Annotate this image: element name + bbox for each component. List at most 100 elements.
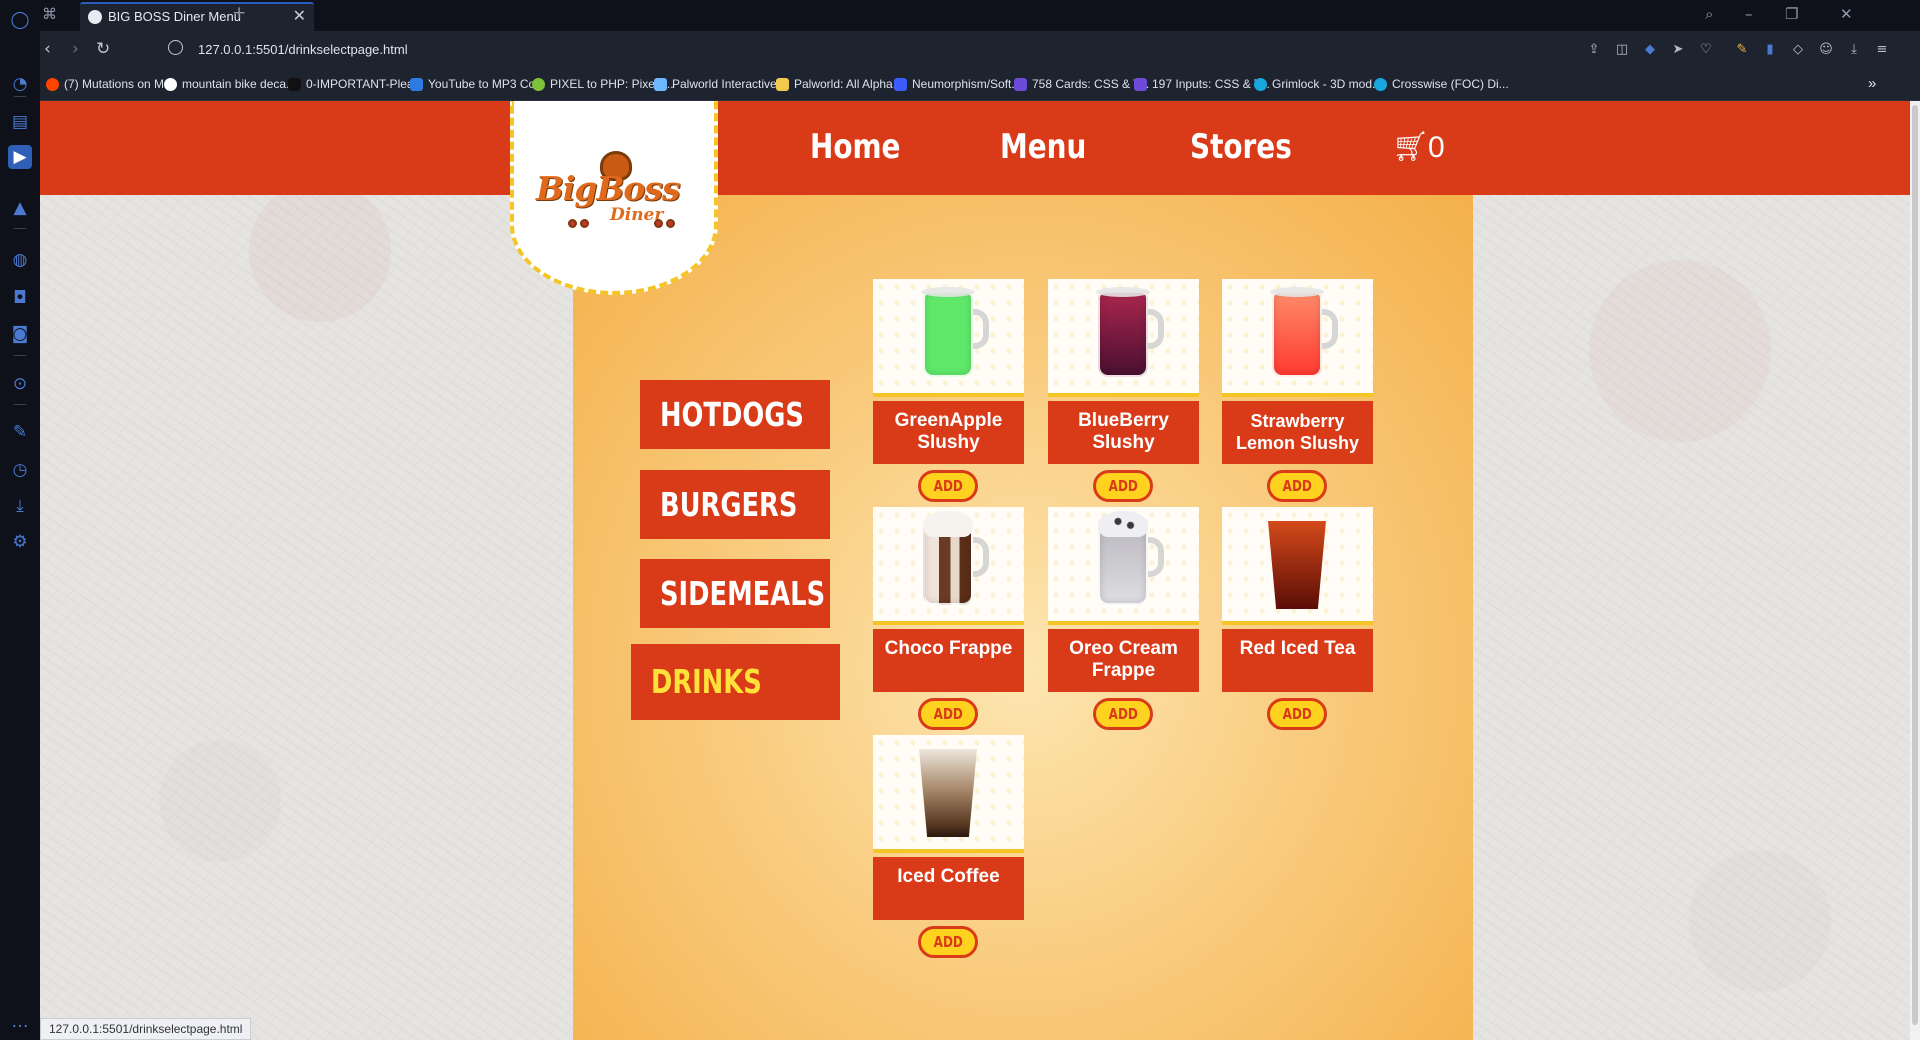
bookmark-label: mountain bike deca... (182, 77, 297, 91)
category-label: SIDEMEALS (660, 574, 826, 613)
site-header: Home Menu Stores 🛒︎ 0 (40, 101, 1910, 195)
bitwarden-icon[interactable]: ▮ (1762, 42, 1778, 58)
bookmark-item[interactable]: Palworld: All Alpha... (776, 77, 903, 91)
downloads-icon[interactable]: ⤓ (8, 494, 32, 518)
palworld-alpha-icon (776, 78, 789, 91)
send-icon[interactable]: ➤ (1670, 42, 1686, 58)
category-drinks[interactable]: DRINKS (631, 644, 840, 720)
product-name: Iced Coffee (873, 857, 1024, 920)
bookmark-item[interactable]: 758 Cards: CSS & T... (1014, 77, 1149, 91)
product-card-greenapple-slushy[interactable]: GreenApple Slushy (873, 279, 1024, 464)
opera-logo-icon[interactable]: ◯ (8, 8, 32, 32)
add-button[interactable]: ADD (1267, 698, 1327, 730)
strawberry-slushy-jar (1272, 291, 1322, 377)
nav-menu[interactable]: Menu (1000, 127, 1086, 167)
share-icon[interactable]: ⇪ (1586, 42, 1602, 58)
bookmark-item[interactable]: Palworld Interactive... (654, 77, 787, 91)
add-button[interactable]: ADD (1093, 470, 1153, 502)
settings-gear-icon[interactable]: ⚙ (8, 530, 32, 554)
cart-count: 0 (1428, 131, 1445, 164)
bookmark-item[interactable]: PIXEL to PHP: Pixels... (532, 77, 674, 91)
instagram-icon[interactable]: ◘ (8, 286, 32, 310)
twitch-icon[interactable]: ▶ (8, 145, 32, 169)
browser-sidebar: ◯ ◔ ▤ ▶ ▲ ◍ ◘ ◙ ⊙ ✎ ◷ ⤓ ⚙ … (0, 0, 40, 1040)
download-icon[interactable]: ⤓ (1846, 42, 1862, 58)
add-button[interactable]: ADD (1267, 470, 1327, 502)
cart-icon[interactable]: 🛒︎ (1392, 129, 1429, 164)
product-image (1048, 507, 1199, 625)
jar-handle-shape (971, 537, 989, 577)
product-card-iced-coffee[interactable]: Iced Coffee (873, 735, 1024, 920)
tab-active[interactable]: BIG BOSS Diner Menu ✕ (80, 2, 314, 31)
site-info-icon[interactable] (168, 40, 183, 55)
bookmark-item[interactable]: 0-IMPORTANT-Plea... (288, 77, 424, 91)
product-name: Oreo Cream Frappe (1048, 629, 1199, 692)
bookmarks-more-icon[interactable]: » (1868, 75, 1876, 92)
crosswise-icon (1374, 78, 1387, 91)
reload-icon[interactable]: ↻ (96, 39, 110, 59)
tab-menu-icon[interactable]: ⌘ (42, 5, 57, 23)
bookmark-item[interactable]: mountain bike deca... (164, 77, 296, 91)
nav-stores[interactable]: Stores (1190, 127, 1292, 167)
site-logo[interactable]: BigBoss Diner (510, 101, 718, 295)
nav-home[interactable]: Home (810, 127, 900, 167)
tab-close-icon[interactable]: ✕ (293, 4, 306, 29)
product-card-red-iced-tea[interactable]: Red Iced Tea (1222, 507, 1373, 692)
logo-dot-icon (568, 219, 577, 228)
heart-icon[interactable]: ♡ (1698, 42, 1714, 58)
add-button[interactable]: ADD (1093, 698, 1153, 730)
product-card-blueberry-slushy[interactable]: BlueBerry Slushy (1048, 279, 1199, 464)
messenger-icon[interactable]: ◍ (8, 248, 32, 272)
bookmark-label: Palworld Interactive... (672, 77, 787, 91)
cube-extension-icon[interactable]: ◇ (1790, 42, 1806, 58)
sidebar-divider (14, 96, 26, 97)
back-icon[interactable]: ‹ (44, 39, 51, 59)
bookmark-item[interactable]: 197 Inputs: CSS & T... (1134, 77, 1270, 91)
bookmark-item[interactable]: YouTube to MP3 Co... (410, 77, 545, 91)
profile-icon[interactable]: ☺ (1818, 42, 1834, 58)
notion-icon (288, 78, 301, 91)
restore-icon[interactable]: ❐ (1785, 5, 1798, 23)
window-close-icon[interactable]: ✕ (1840, 5, 1853, 23)
category-burgers[interactable]: BURGERS (640, 470, 830, 539)
discord-icon[interactable]: ◙ (8, 322, 32, 346)
bookmark-label: Neumorphism/Soft... (912, 77, 1022, 91)
product-card-choco-frappe[interactable]: Choco Frappe (873, 507, 1024, 692)
address-bar: ‹ › ↻ 127.0.0.1:5501/drinkselectpage.htm… (40, 31, 1920, 69)
pencil-extension-icon[interactable]: ✎ (1734, 42, 1750, 58)
scrollbar-thumb[interactable] (1912, 105, 1918, 1025)
search-tabs-icon[interactable]: ⌕ (1705, 5, 1713, 23)
url-field[interactable]: 127.0.0.1:5501/drinkselectpage.html (198, 42, 408, 57)
minimize-icon[interactable]: – (1745, 5, 1753, 23)
page-scrollbar[interactable] (1910, 101, 1920, 1040)
easy-setup-icon[interactable]: ≡ (1874, 42, 1890, 58)
bookmark-item[interactable]: Grimlock - 3D mod... (1254, 77, 1382, 91)
snapshot-icon[interactable]: ◫ (1614, 42, 1630, 58)
product-image (1048, 279, 1199, 397)
player-icon[interactable]: ⊙ (8, 372, 32, 396)
jar-rim-shape (921, 287, 975, 297)
jar-handle-shape (971, 309, 989, 349)
new-tab-icon[interactable]: + (232, 3, 246, 23)
pinboard-icon[interactable]: ✎ (8, 420, 32, 444)
product-card-oreo-cream-frappe[interactable]: Oreo Cream Frappe (1048, 507, 1199, 692)
bookmark-item[interactable]: Neumorphism/Soft... (894, 77, 1021, 91)
add-button[interactable]: ADD (918, 698, 978, 730)
more-icon[interactable]: … (8, 1010, 32, 1034)
favicon-icon (88, 10, 102, 24)
bookmark-item[interactable]: (7) Mutations on M... (46, 77, 174, 91)
speed-dial-icon[interactable]: ◔ (8, 72, 32, 96)
aria-icon[interactable]: ▲ (8, 196, 32, 220)
history-icon[interactable]: ◷ (8, 458, 32, 482)
forward-icon[interactable]: › (72, 39, 79, 59)
vpn-shield-icon[interactable]: ◆ (1642, 42, 1658, 58)
workspaces-icon[interactable]: ▤ (8, 110, 32, 134)
bookmarks-bar: (7) Mutations on M... mountain bike deca… (40, 69, 1920, 101)
product-card-strawberry-lemon-slushy[interactable]: Strawberry Lemon Slushy (1222, 279, 1373, 464)
add-button[interactable]: ADD (918, 926, 978, 958)
bookmark-item[interactable]: Crosswise (FOC) Di... (1374, 77, 1509, 91)
category-sidemeals[interactable]: SIDEMEALS (640, 559, 830, 628)
add-button[interactable]: ADD (918, 470, 978, 502)
iced-tea-cup (1268, 521, 1326, 609)
category-hotdogs[interactable]: HOTDOGS (640, 380, 830, 449)
